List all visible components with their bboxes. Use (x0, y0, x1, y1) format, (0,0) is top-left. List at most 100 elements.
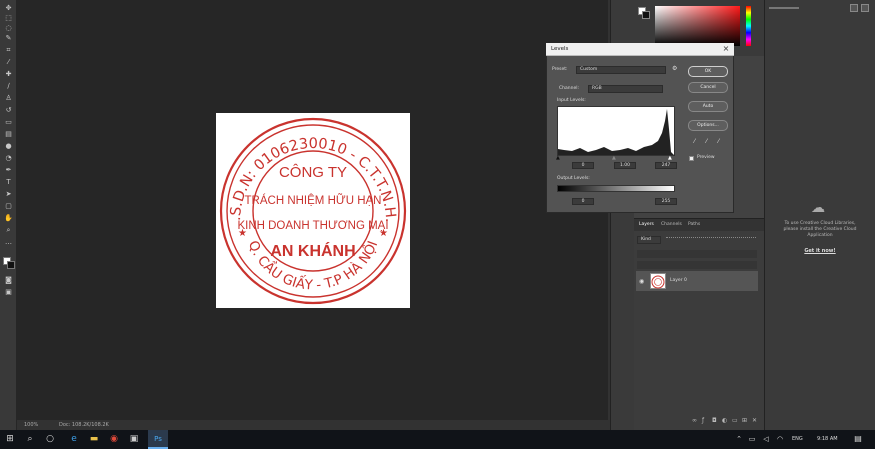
ok-button[interactable]: OK (688, 66, 728, 77)
output-levels-label: Output Levels: (557, 176, 590, 181)
input-gamma-value[interactable]: 1.00 (614, 162, 636, 169)
marquee-tool-icon[interactable]: ⬚ (3, 14, 14, 22)
get-it-now-link[interactable]: Get it now! (800, 248, 840, 254)
layers-tab-bar: Layers Channels Paths (634, 219, 764, 231)
preset-options-icon[interactable]: ⚙ (672, 66, 677, 72)
tab-channels[interactable]: Channels (661, 221, 682, 229)
background-color-swatch[interactable] (7, 261, 15, 269)
lock-row[interactable] (637, 261, 757, 269)
preset-select[interactable]: Custom (576, 66, 666, 74)
tools-panel: ✥ ⬚ ◌ ✎ ⌗ ⁄ ✚ ∕ ♙ ↺ ▭ ▤ ● ◔ ✒ T ➤ ▢ ✋ ⌕ … (0, 0, 17, 430)
close-icon[interactable]: × (721, 44, 731, 54)
layer-name[interactable]: Layer 0 (670, 278, 687, 283)
auto-button[interactable]: Auto (688, 101, 728, 112)
layer-thumbnail[interactable] (650, 273, 666, 289)
dodge-tool-icon[interactable]: ◔ (3, 154, 14, 162)
company-seal: M.S.D.N: 0106230010 - C.T.T.N.H.H Q. CẦU… (210, 101, 407, 305)
hue-slider[interactable] (746, 6, 751, 46)
zoom-tool-icon[interactable]: ⌕ (3, 226, 14, 234)
white-eyedropper-icon[interactable]: ⁄ (718, 138, 724, 146)
layers-actions: ∞ ƒ ◘ ◐ ▭ ⊞ ✕ (634, 417, 764, 427)
clock[interactable]: 9:18 AM (817, 436, 838, 443)
black-eyedropper-icon[interactable]: ⁄ (694, 138, 700, 146)
volume-icon[interactable]: ◁ (760, 433, 772, 445)
more-tools-icon[interactable]: … (3, 238, 14, 246)
list-view-icon[interactable] (861, 4, 869, 12)
hand-tool-icon[interactable]: ✋ (3, 214, 14, 222)
new-layer-icon[interactable]: ⊞ (742, 417, 747, 424)
trash-icon[interactable]: ✕ (752, 417, 757, 424)
color-picker-field[interactable] (655, 6, 740, 46)
eraser-tool-icon[interactable]: ▭ (3, 118, 14, 126)
adjustment-layer-icon[interactable]: ◐ (722, 417, 727, 424)
pen-tool-icon[interactable]: ✒ (3, 166, 14, 174)
document-image[interactable]: M.S.D.N: 0106230010 - C.T.T.N.H.H Q. CẦU… (210, 101, 410, 308)
file-explorer-icon[interactable]: ▬ (88, 433, 100, 445)
quick-select-tool-icon[interactable]: ✎ (3, 34, 14, 42)
output-black-value[interactable]: 0 (572, 198, 594, 205)
clone-stamp-tool-icon[interactable]: ♙ (3, 94, 14, 102)
output-white-value[interactable]: 255 (655, 198, 677, 205)
input-black-slider[interactable]: ▲ (556, 155, 560, 161)
wifi-icon[interactable]: ◠ (774, 433, 786, 445)
task-view-icon[interactable]: ○ (44, 433, 56, 445)
move-tool-icon[interactable]: ✥ (3, 4, 14, 12)
histogram (557, 106, 675, 156)
seal-line-2: TRÁCH NHIỆM HỮU HẠN (245, 194, 382, 207)
search-icon[interactable]: ⌕ (24, 433, 36, 445)
layer-filter-select[interactable]: Kind (637, 236, 661, 244)
chrome-icon[interactable]: ◉ (108, 433, 120, 445)
mask-icon[interactable]: ◘ (712, 417, 717, 424)
cancel-button[interactable]: Cancel (688, 82, 728, 93)
input-gray-slider[interactable]: ▲ (612, 155, 616, 161)
channel-select[interactable]: RGB (588, 85, 663, 93)
input-white-slider[interactable]: ▲ (668, 155, 672, 161)
canvas-area[interactable]: M.S.D.N: 0106230010 - C.T.T.N.H.H Q. CẦU… (17, 0, 608, 420)
gradient-tool-icon[interactable]: ▤ (3, 130, 14, 138)
libraries-tab[interactable] (769, 7, 799, 9)
quick-mask-icon[interactable]: ◙ (3, 276, 14, 284)
seal-line-4: AN KHÁNH (270, 241, 355, 260)
blend-mode-row[interactable] (637, 250, 757, 258)
layer-filter-icons[interactable] (666, 237, 756, 243)
crop-tool-icon[interactable]: ⌗ (3, 46, 14, 54)
store-icon[interactable]: ▣ (128, 433, 140, 445)
language-indicator[interactable]: ENG (792, 436, 803, 443)
options-button[interactable]: Options... (688, 120, 728, 131)
tray-chevron-icon[interactable]: ⌃ (733, 433, 745, 445)
rectangle-tool-icon[interactable]: ▢ (3, 202, 14, 210)
history-brush-tool-icon[interactable]: ↺ (3, 106, 14, 114)
visibility-eye-icon[interactable]: ◉ (639, 278, 644, 285)
path-select-tool-icon[interactable]: ➤ (3, 190, 14, 198)
type-tool-icon[interactable]: T (3, 178, 14, 186)
tab-paths[interactable]: Paths (688, 221, 700, 229)
grid-view-icon[interactable] (850, 4, 858, 12)
preview-checkbox[interactable] (689, 156, 694, 161)
input-white-value[interactable]: 247 (655, 162, 677, 169)
cc-message: To use Creative Cloud Libraries, please … (783, 221, 857, 238)
windows-start-icon[interactable]: ⊞ (4, 433, 16, 445)
notification-icon[interactable]: ▤ (852, 433, 864, 445)
levels-title: Levels (551, 46, 569, 52)
doc-size[interactable]: Doc: 108.2K/108.2K (59, 420, 109, 430)
lasso-tool-icon[interactable]: ◌ (3, 24, 14, 32)
levels-titlebar[interactable] (546, 43, 734, 56)
healing-brush-tool-icon[interactable]: ✚ (3, 70, 14, 78)
zoom-level[interactable]: 100% (24, 420, 38, 430)
input-black-value[interactable]: 0 (572, 162, 594, 169)
tab-layers[interactable]: Layers (639, 221, 654, 229)
link-layers-icon[interactable]: ∞ (692, 417, 697, 424)
preset-label: Preset: (552, 67, 568, 72)
screen-mode-icon[interactable]: ▣ (3, 288, 14, 296)
blur-tool-icon[interactable]: ● (3, 142, 14, 150)
color-bg-swatch[interactable] (642, 11, 650, 19)
edge-icon[interactable]: e (68, 433, 80, 445)
folder-icon[interactable]: ▭ (732, 417, 738, 424)
photoshop-window: ✥ ⬚ ◌ ✎ ⌗ ⁄ ✚ ∕ ♙ ↺ ▭ ▤ ● ◔ ✒ T ➤ ▢ ✋ ⌕ … (0, 0, 875, 430)
seal-line-1: CÔNG TY (279, 164, 347, 181)
fx-icon[interactable]: ƒ (702, 417, 704, 424)
gray-eyedropper-icon[interactable]: ⁄ (706, 138, 712, 146)
brush-tool-icon[interactable]: ∕ (3, 82, 14, 90)
network-icon[interactable]: ▭ (746, 433, 758, 445)
eyedropper-tool-icon[interactable]: ⁄ (3, 58, 14, 66)
